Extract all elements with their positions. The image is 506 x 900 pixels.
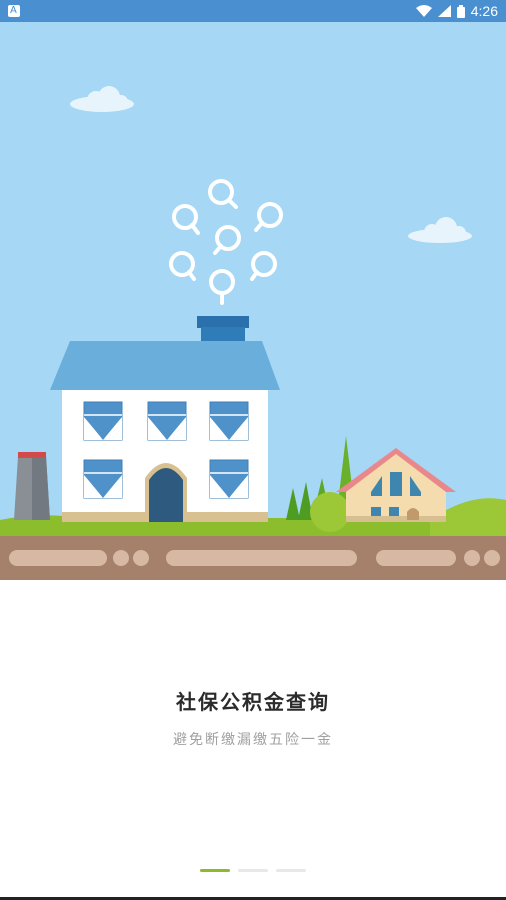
page-indicator	[0, 869, 506, 872]
battery-icon	[456, 4, 465, 18]
status-bar: A 4:26	[0, 0, 506, 22]
status-indicators: 4:26	[415, 0, 498, 22]
cloud-left	[70, 86, 134, 112]
signal-icon	[437, 5, 451, 17]
main-house	[50, 316, 280, 522]
page-indicator-dot-1[interactable]	[200, 869, 230, 872]
search-bubbles	[169, 179, 283, 305]
trees	[286, 436, 356, 532]
small-house	[336, 448, 456, 522]
onboarding-illustration	[0, 22, 506, 580]
cloud-right	[408, 217, 472, 243]
wifi-icon	[415, 5, 432, 17]
page-indicator-dot-3[interactable]	[276, 869, 306, 872]
house-illustration	[0, 86, 506, 580]
factory-chimney	[14, 452, 50, 520]
onboarding-subtitle: 避免断缴漏缴五险一金	[173, 732, 333, 748]
status-time: 4:26	[470, 3, 498, 19]
app-notification-icon: A	[8, 5, 20, 17]
page-indicator-dot-2[interactable]	[238, 869, 268, 872]
road-markings	[9, 550, 500, 566]
onboarding-title: 社保公积金查询	[176, 690, 330, 714]
